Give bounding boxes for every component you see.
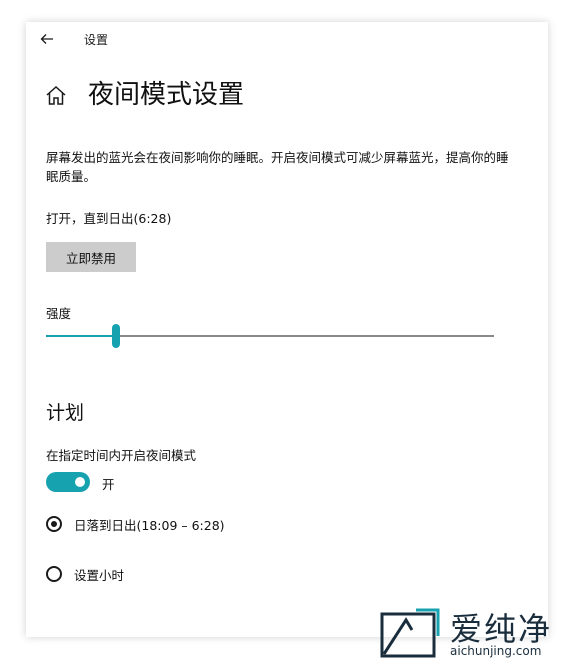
- strength-slider[interactable]: [46, 324, 494, 348]
- disable-now-button[interactable]: 立即禁用: [46, 242, 136, 272]
- schedule-toggle[interactable]: [46, 472, 90, 492]
- screen: 设置 夜间模式设置 屏幕发出的蓝光会在夜间影响你的睡眠。开启夜间模式可减少屏幕蓝…: [0, 0, 573, 665]
- radio-set-hours[interactable]: 设置小时: [46, 564, 124, 584]
- radio-button[interactable]: [46, 566, 62, 582]
- watermark-url: aichunjing.com: [450, 644, 542, 658]
- watermark-logo: 爱纯净 aichunjing.com: [376, 606, 568, 662]
- radio-selected-dot: [51, 521, 57, 527]
- page-title: 夜间模式设置: [88, 80, 245, 110]
- slider-track-fill: [46, 335, 116, 337]
- toggle-knob: [75, 477, 85, 487]
- schedule-label: 在指定时间内开启夜间模式: [46, 448, 197, 463]
- radio-sunset-to-sunrise[interactable]: 日落到日出(18:09 – 6:28): [46, 514, 225, 534]
- radio-button[interactable]: [46, 516, 62, 532]
- description-text: 屏幕发出的蓝光会在夜间影响你的睡眠。开启夜间模式可减少屏幕蓝光，提高你的睡眠质量…: [46, 150, 509, 184]
- schedule-heading: 计划: [46, 402, 85, 424]
- back-arrow-icon: [40, 34, 53, 44]
- home-icon[interactable]: [44, 84, 68, 108]
- status-text: 打开，直到日出(6:28): [46, 211, 172, 226]
- back-button[interactable]: [36, 28, 58, 50]
- radio-label: 日落到日出(18:09 – 6:28): [74, 517, 225, 533]
- strength-label: 强度: [46, 306, 72, 321]
- watermark-emblem-icon: [380, 608, 440, 658]
- title-bar: 设置: [26, 22, 548, 56]
- window-title: 设置: [84, 33, 109, 47]
- toggle-state-label: 开: [102, 477, 115, 492]
- slider-thumb[interactable]: [112, 324, 120, 348]
- radio-label: 设置小时: [74, 567, 125, 583]
- settings-window: 设置 夜间模式设置 屏幕发出的蓝光会在夜间影响你的睡眠。开启夜间模式可减少屏幕蓝…: [26, 22, 548, 637]
